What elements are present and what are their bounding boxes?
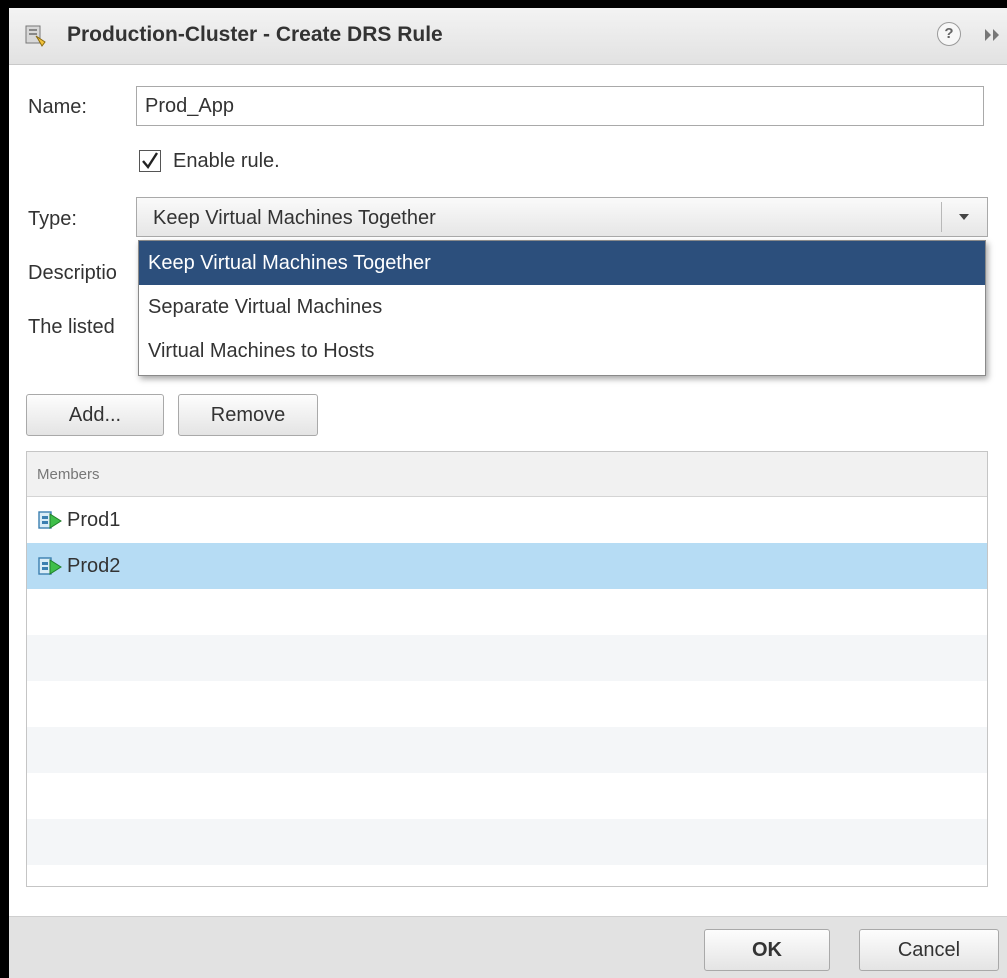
type-option-separate[interactable]: Separate Virtual Machines xyxy=(139,285,985,329)
type-selected-value: Keep Virtual Machines Together xyxy=(153,207,436,229)
member-name: Prod1 xyxy=(67,509,121,531)
type-select[interactable]: Keep Virtual Machines Together xyxy=(136,197,988,237)
listed-text: The listed xyxy=(28,316,115,338)
dialog-footer: OK Cancel xyxy=(9,916,1007,978)
empty-row xyxy=(27,589,987,635)
dialog-title: Production-Cluster - Create DRS Rule xyxy=(67,23,443,46)
members-header-label: Members xyxy=(37,466,100,483)
enable-rule-checkbox[interactable] xyxy=(139,150,161,172)
description-label: Descriptio xyxy=(28,262,117,284)
create-drs-rule-dialog: Production-Cluster - Create DRS Rule ? N… xyxy=(9,8,1007,978)
type-dropdown-list: Keep Virtual Machines Together Separate … xyxy=(138,240,986,376)
members-header: Members xyxy=(27,452,987,497)
name-input[interactable]: Prod_App xyxy=(136,86,984,126)
empty-row xyxy=(27,635,987,681)
empty-row xyxy=(27,727,987,773)
chevron-down-icon xyxy=(959,214,969,220)
checkmark-icon xyxy=(142,152,159,170)
empty-row xyxy=(27,819,987,865)
type-option-keep-together[interactable]: Keep Virtual Machines Together xyxy=(139,241,985,285)
title-bar: Production-Cluster - Create DRS Rule ? xyxy=(9,8,1007,65)
vm-icon xyxy=(38,511,62,529)
select-divider xyxy=(941,202,942,232)
table-row[interactable]: Prod1 xyxy=(27,497,987,543)
members-list: Members Prod1 Prod2 xyxy=(26,451,988,887)
add-button[interactable]: Add... xyxy=(26,394,164,436)
table-row[interactable]: Prod2 xyxy=(27,543,987,589)
empty-row xyxy=(27,681,987,727)
vm-icon xyxy=(38,557,62,575)
empty-row xyxy=(27,773,987,819)
expand-icon[interactable] xyxy=(981,26,1005,44)
cancel-button[interactable]: Cancel xyxy=(859,929,999,971)
remove-button[interactable]: Remove xyxy=(178,394,318,436)
enable-rule-label: Enable rule. xyxy=(173,150,280,172)
member-name: Prod2 xyxy=(67,555,121,577)
drs-rule-icon xyxy=(25,25,46,47)
help-icon[interactable]: ? xyxy=(937,22,961,46)
type-option-vm-to-hosts[interactable]: Virtual Machines to Hosts xyxy=(139,329,985,373)
type-label: Type: xyxy=(28,208,77,230)
ok-button[interactable]: OK xyxy=(704,929,830,971)
name-label: Name: xyxy=(28,96,87,118)
